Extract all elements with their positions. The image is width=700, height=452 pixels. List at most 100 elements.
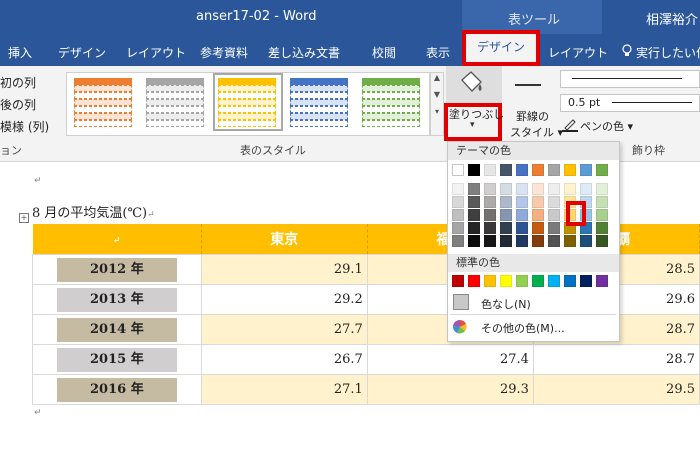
theme-shade-swatch[interactable] (468, 235, 480, 247)
no-color-option[interactable]: 色なし(N) (481, 296, 531, 312)
standard-color-swatch[interactable] (564, 275, 576, 287)
table-row[interactable]: 2015 年 26.7 27.4 28.7 (32, 344, 700, 375)
table-move-handle-icon[interactable]: + (19, 213, 29, 223)
highlighted-swatch[interactable] (566, 201, 586, 226)
theme-color-swatch[interactable] (516, 164, 528, 176)
tab-1[interactable]: デザイン (58, 44, 106, 61)
value-cell[interactable]: 29.3 (366, 374, 534, 405)
theme-shade-swatch[interactable] (596, 196, 608, 208)
theme-shade-swatch[interactable] (532, 222, 544, 234)
year-cell[interactable]: 2016 年 (32, 374, 202, 405)
theme-shade-swatch[interactable] (548, 196, 560, 208)
gallery-more-icon[interactable]: ▾ (431, 107, 443, 116)
user-name[interactable]: 相澤裕介 (646, 9, 698, 28)
value-cell[interactable]: 26.7 (200, 344, 368, 375)
theme-shade-swatch[interactable] (468, 209, 480, 221)
table-style-3[interactable] (290, 78, 350, 127)
theme-shade-swatch[interactable] (516, 183, 528, 195)
theme-shade-swatch[interactable] (596, 183, 608, 195)
theme-shade-swatch[interactable] (468, 222, 480, 234)
theme-shade-swatch[interactable] (564, 235, 576, 247)
theme-color-swatch[interactable] (452, 164, 464, 176)
theme-shade-swatch[interactable] (484, 183, 496, 195)
theme-shade-swatch[interactable] (452, 222, 464, 234)
theme-shade-swatch[interactable] (452, 183, 464, 195)
value-cell[interactable]: 29.2 (200, 284, 368, 315)
value-cell[interactable]: 29.1 (200, 254, 368, 285)
theme-shade-swatch[interactable] (484, 235, 496, 247)
value-cell[interactable]: 27.7 (200, 314, 368, 345)
theme-shade-swatch[interactable] (580, 183, 592, 195)
theme-shade-swatch[interactable] (548, 183, 560, 195)
gallery-down-icon[interactable]: ▼ (431, 90, 443, 99)
standard-color-swatch[interactable] (484, 275, 496, 287)
theme-shade-swatch[interactable] (548, 222, 560, 234)
doc-title-text[interactable]: 8 月の平均気温(℃)↵ (32, 202, 155, 221)
tab-7[interactable]: レイアウト (548, 44, 608, 61)
theme-shade-swatch[interactable] (500, 196, 512, 208)
standard-color-swatch[interactable] (548, 275, 560, 287)
gallery-scroll[interactable]: ▲ ▼ ▾ (430, 72, 444, 136)
theme-shade-swatch[interactable] (596, 235, 608, 247)
standard-color-swatch[interactable] (500, 275, 512, 287)
value-cell[interactable]: 28.7 (532, 344, 700, 375)
theme-shade-swatch[interactable] (532, 183, 544, 195)
theme-shade-swatch[interactable] (516, 222, 528, 234)
header-cell-empty[interactable]: ↵ (32, 224, 202, 255)
theme-shade-swatch[interactable] (532, 235, 544, 247)
tab-8[interactable]: 実行したい作 (636, 44, 700, 61)
theme-shade-swatch[interactable] (500, 183, 512, 195)
table-row[interactable]: 2016 年 27.1 29.3 29.5 (32, 374, 700, 405)
standard-color-swatch[interactable] (468, 275, 480, 287)
tab-4[interactable]: 差し込み文書 (268, 44, 340, 61)
theme-color-swatch[interactable] (500, 164, 512, 176)
gallery-up-icon[interactable]: ▲ (431, 73, 443, 82)
header-cell-tokyo[interactable]: 東京 (201, 224, 368, 255)
style-option-last-column[interactable]: 後の列 (0, 96, 36, 113)
pen-style-select[interactable] (560, 70, 700, 88)
year-cell[interactable]: 2013 年 (32, 284, 202, 315)
theme-shade-swatch[interactable] (484, 196, 496, 208)
standard-color-swatch[interactable] (516, 275, 528, 287)
tab-3[interactable]: 参考資料 (200, 44, 248, 61)
theme-shade-swatch[interactable] (596, 209, 608, 221)
standard-color-swatch[interactable] (452, 275, 464, 287)
tab-5[interactable]: 校閲 (372, 44, 396, 61)
table-style-0[interactable] (74, 78, 134, 127)
theme-shade-swatch[interactable] (516, 209, 528, 221)
theme-shade-swatch[interactable] (468, 196, 480, 208)
theme-shade-swatch[interactable] (516, 196, 528, 208)
theme-shade-swatch[interactable] (596, 222, 608, 234)
table-style-1[interactable] (146, 78, 206, 127)
theme-color-swatch[interactable] (596, 164, 608, 176)
tab-6[interactable]: 表示 (426, 44, 450, 61)
standard-color-swatch[interactable] (580, 275, 592, 287)
value-cell[interactable]: 27.1 (200, 374, 368, 405)
theme-shade-swatch[interactable] (484, 209, 496, 221)
tab-table-design[interactable]: デザイン (462, 30, 540, 66)
theme-shade-swatch[interactable] (452, 196, 464, 208)
value-cell[interactable]: 29.5 (532, 374, 700, 405)
theme-shade-swatch[interactable] (580, 235, 592, 247)
theme-color-swatch[interactable] (564, 164, 576, 176)
theme-shade-swatch[interactable] (484, 222, 496, 234)
year-cell[interactable]: 2014 年 (32, 314, 202, 345)
theme-shade-swatch[interactable] (564, 183, 576, 195)
theme-shade-swatch[interactable] (548, 235, 560, 247)
theme-shade-swatch[interactable] (516, 235, 528, 247)
theme-shade-swatch[interactable] (532, 209, 544, 221)
theme-color-swatch[interactable] (532, 164, 544, 176)
theme-shade-swatch[interactable] (548, 209, 560, 221)
theme-shade-swatch[interactable] (452, 209, 464, 221)
year-cell[interactable]: 2012 年 (32, 254, 202, 285)
theme-shade-swatch[interactable] (468, 183, 480, 195)
theme-shade-swatch[interactable] (532, 196, 544, 208)
style-option-banded-columns[interactable]: 模様 (列) (0, 118, 49, 135)
standard-color-swatch[interactable] (532, 275, 544, 287)
theme-color-swatch[interactable] (580, 164, 592, 176)
theme-shade-swatch[interactable] (452, 235, 464, 247)
standard-color-swatch[interactable] (596, 275, 608, 287)
table-style-4[interactable] (362, 78, 422, 127)
table-style-2[interactable] (213, 73, 283, 131)
theme-shade-swatch[interactable] (500, 209, 512, 221)
